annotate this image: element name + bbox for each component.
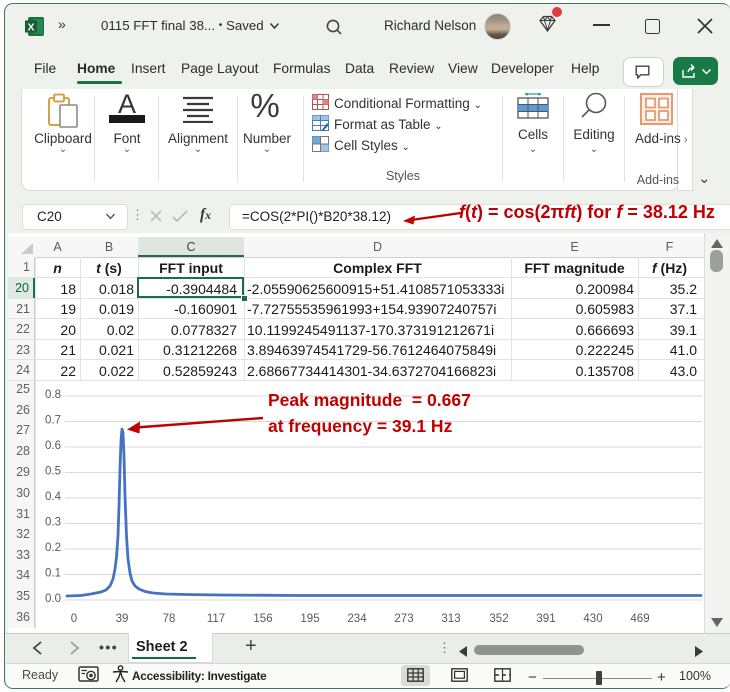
svg-text:0.1: 0.1 bbox=[45, 568, 61, 580]
svg-text:0.8: 0.8 bbox=[45, 389, 61, 401]
svg-text:313: 313 bbox=[441, 613, 460, 625]
svg-text:at frequency = 39.1 Hz: at frequency = 39.1 Hz bbox=[268, 416, 453, 436]
svg-text:0.0: 0.0 bbox=[45, 593, 61, 605]
svg-text:430: 430 bbox=[583, 613, 602, 625]
svg-text:156: 156 bbox=[253, 613, 272, 625]
svg-text:0.7: 0.7 bbox=[45, 415, 61, 427]
svg-text:469: 469 bbox=[630, 613, 649, 625]
svg-text:0: 0 bbox=[71, 613, 77, 625]
svg-text:0.5: 0.5 bbox=[45, 466, 61, 478]
svg-text:352: 352 bbox=[489, 613, 508, 625]
svg-text:78: 78 bbox=[163, 613, 176, 625]
svg-text:0.4: 0.4 bbox=[45, 491, 62, 503]
svg-text:0.6: 0.6 bbox=[45, 440, 61, 452]
svg-text:0.3: 0.3 bbox=[45, 517, 61, 529]
svg-text:0.2: 0.2 bbox=[45, 542, 61, 554]
svg-text:39: 39 bbox=[116, 613, 129, 625]
svg-text:234: 234 bbox=[347, 613, 367, 625]
svg-text:X: X bbox=[27, 21, 34, 33]
svg-text:Peak magnitude = 0.667: Peak magnitude = 0.667 bbox=[268, 390, 471, 410]
svg-text:273: 273 bbox=[394, 613, 413, 625]
svg-text:195: 195 bbox=[300, 613, 319, 625]
svg-text:391: 391 bbox=[536, 613, 555, 625]
svg-text:117: 117 bbox=[207, 613, 225, 625]
